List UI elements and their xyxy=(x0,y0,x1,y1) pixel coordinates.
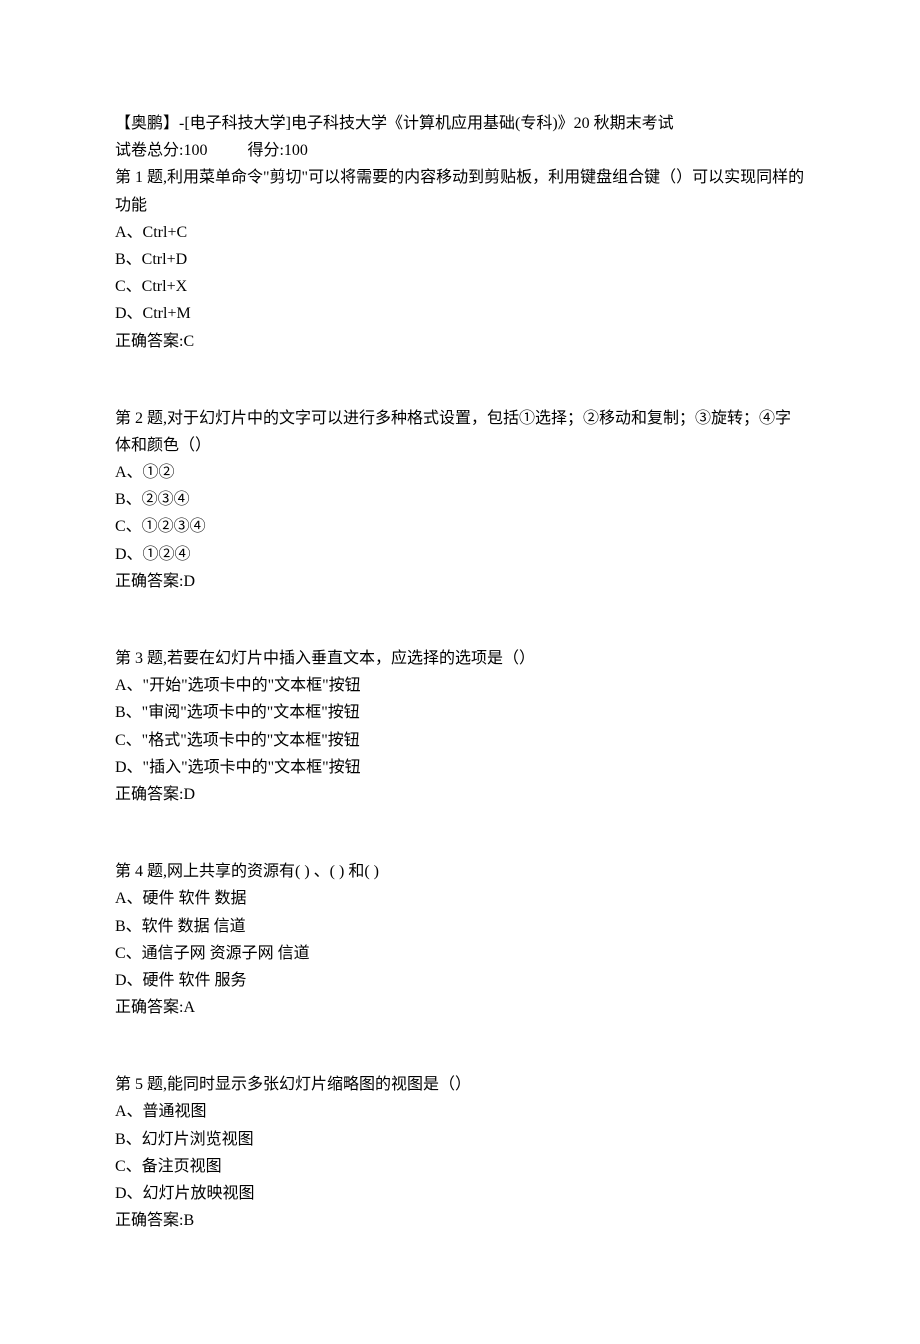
option-c: C、通信子网 资源子网 信道 xyxy=(115,940,805,967)
option-c: C、备注页视图 xyxy=(115,1153,805,1180)
question-5: 第 5 题,能同时显示多张幻灯片缩略图的视图是（） A、普通视图 B、幻灯片浏览… xyxy=(115,1071,805,1234)
score-line: 试卷总分:100 得分:100 xyxy=(115,137,805,164)
question-3: 第 3 题,若要在幻灯片中插入垂直文本，应选择的选项是（） A、"开始"选项卡中… xyxy=(115,645,805,808)
answer: 正确答案:A xyxy=(115,994,805,1021)
answer: 正确答案:C xyxy=(115,328,805,355)
option-d: D、Ctrl+M xyxy=(115,300,805,327)
option-a: A、Ctrl+C xyxy=(115,219,805,246)
option-b: B、Ctrl+D xyxy=(115,246,805,273)
option-d: D、"插入"选项卡中的"文本框"按钮 xyxy=(115,754,805,781)
question-4: 第 4 题,网上共享的资源有( ) 、( ) 和( ) A、硬件 软件 数据 B… xyxy=(115,858,805,1021)
option-c: C、"格式"选项卡中的"文本框"按钮 xyxy=(115,727,805,754)
exam-title: 【奥鹏】-[电子科技大学]电子科技大学《计算机应用基础(专科)》20 秋期末考试 xyxy=(115,110,805,137)
answer: 正确答案:D xyxy=(115,568,805,595)
option-b: B、软件 数据 信道 xyxy=(115,913,805,940)
answer: 正确答案:D xyxy=(115,781,805,808)
option-c: C、Ctrl+X xyxy=(115,273,805,300)
option-a: A、硬件 软件 数据 xyxy=(115,885,805,912)
option-a: A、"开始"选项卡中的"文本框"按钮 xyxy=(115,672,805,699)
option-b: B、②③④ xyxy=(115,486,805,513)
option-b: B、幻灯片浏览视图 xyxy=(115,1126,805,1153)
total-score: 试卷总分:100 xyxy=(115,137,207,164)
question-2: 第 2 题,对于幻灯片中的文字可以进行多种格式设置，包括①选择；②移动和复制；③… xyxy=(115,405,805,595)
obtained-score: 得分:100 xyxy=(247,137,307,164)
question-prompt: 第 2 题,对于幻灯片中的文字可以进行多种格式设置，包括①选择；②移动和复制；③… xyxy=(115,405,805,459)
option-b: B、"审阅"选项卡中的"文本框"按钮 xyxy=(115,699,805,726)
option-d: D、①②④ xyxy=(115,541,805,568)
option-d: D、幻灯片放映视图 xyxy=(115,1180,805,1207)
question-prompt: 第 3 题,若要在幻灯片中插入垂直文本，应选择的选项是（） xyxy=(115,645,805,672)
option-a: A、普通视图 xyxy=(115,1098,805,1125)
question-1: 第 1 题,利用菜单命令"剪切"可以将需要的内容移动到剪贴板，利用键盘组合键（）… xyxy=(115,164,805,354)
question-prompt: 第 4 题,网上共享的资源有( ) 、( ) 和( ) xyxy=(115,858,805,885)
answer: 正确答案:B xyxy=(115,1207,805,1234)
question-prompt: 第 5 题,能同时显示多张幻灯片缩略图的视图是（） xyxy=(115,1071,805,1098)
option-c: C、①②③④ xyxy=(115,513,805,540)
option-d: D、硬件 软件 服务 xyxy=(115,967,805,994)
exam-header: 【奥鹏】-[电子科技大学]电子科技大学《计算机应用基础(专科)》20 秋期末考试… xyxy=(115,110,805,164)
option-a: A、①② xyxy=(115,459,805,486)
question-prompt: 第 1 题,利用菜单命令"剪切"可以将需要的内容移动到剪贴板，利用键盘组合键（）… xyxy=(115,164,805,218)
